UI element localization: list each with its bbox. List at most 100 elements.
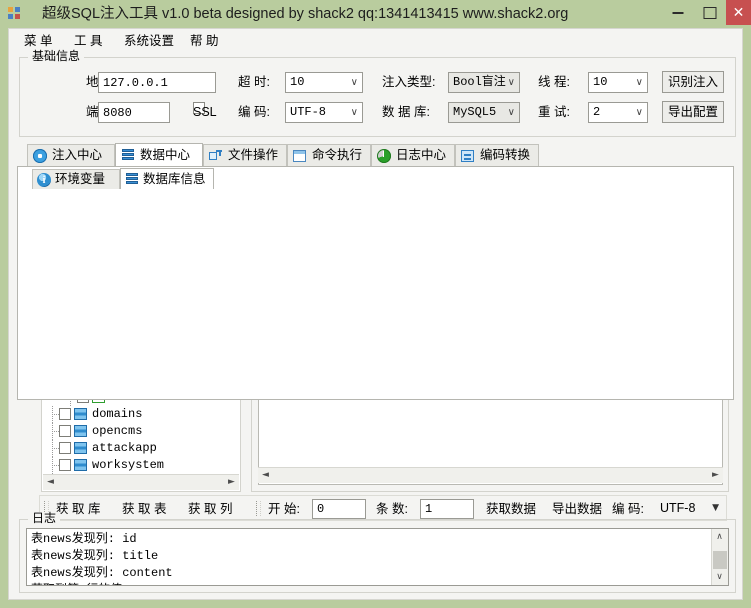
- chevron-down-icon: ∨: [635, 77, 643, 88]
- log-line: 表news发现列: title: [31, 549, 159, 563]
- timeout-label: 超 时:: [238, 75, 270, 89]
- tab-label: 注入中心: [52, 148, 103, 162]
- tab-log-center[interactable]: 日志中心: [371, 144, 455, 166]
- main-tab-strip: 注入中心 数据中心 文件操作 命令执行 日志中心 编码转换: [17, 143, 734, 166]
- close-button[interactable]: ✕: [726, 0, 751, 25]
- basic-info-legend: 基础信息: [28, 50, 85, 62]
- title-bar: 超级SQL注入工具 v1.0 beta designed by shack2 q…: [0, 0, 751, 28]
- encoding-label: 编 码:: [238, 105, 270, 119]
- count-input[interactable]: [420, 499, 474, 519]
- subtab-database-info[interactable]: 数据库信息: [120, 168, 214, 189]
- log-line: 获取到第0行的值!: [31, 582, 129, 585]
- get-tables-button[interactable]: 获 取 表: [118, 499, 170, 519]
- application-window: 超级SQL注入工具 v1.0 beta designed by shack2 q…: [0, 0, 751, 608]
- minimize-button[interactable]: [664, 0, 692, 25]
- data-center-panel: 环境变量 数据库信息: [17, 166, 734, 400]
- tree-node-checkbox[interactable]: [59, 459, 71, 471]
- inject-type-combo[interactable]: Bool盲注 ∨: [448, 72, 520, 93]
- export-data-button[interactable]: 导出数据: [548, 499, 606, 519]
- database-icon: [121, 148, 135, 162]
- menu-system-settings[interactable]: 系统设置: [121, 33, 177, 50]
- database-combo[interactable]: MySQL5 ∨: [448, 102, 520, 123]
- toolbar-encoding-label: 编 码:: [612, 502, 644, 516]
- tree-node-label: attackapp: [92, 441, 157, 455]
- data-toolbar: 获 取 库 获 取 表 获 取 列 开 始: 条 数: 获取数据 导出数据 编 …: [39, 495, 727, 521]
- tree-hscrollbar[interactable]: ◄ ►: [43, 474, 239, 490]
- tab-command-execution[interactable]: 命令执行: [287, 144, 371, 166]
- tree-node-checkbox[interactable]: [59, 425, 71, 437]
- client-area: 菜 单 工 具 系统设置 帮 助 基础信息 地 址: 端 口: SSL 超 时:…: [8, 28, 743, 600]
- start-input[interactable]: [312, 499, 366, 519]
- database-icon: [74, 425, 87, 437]
- chevron-down-icon: ▼: [712, 503, 719, 513]
- thread-combo[interactable]: 10 ∨: [588, 72, 648, 93]
- file-ops-icon: [209, 149, 223, 163]
- tab-label: 文件操作: [228, 148, 279, 162]
- thread-label: 线 程:: [538, 75, 570, 89]
- port-input[interactable]: [98, 102, 170, 123]
- tree-node-label: worksystem: [92, 458, 165, 472]
- window-title: 超级SQL注入工具 v1.0 beta designed by shack2 q…: [42, 6, 569, 22]
- chevron-down-icon: ∨: [635, 107, 643, 118]
- tab-encoding-conversion[interactable]: 编码转换: [455, 144, 539, 166]
- tab-file-operations[interactable]: 文件操作: [203, 144, 287, 166]
- export-config-button[interactable]: 导出配置: [662, 101, 724, 123]
- scroll-right-icon[interactable]: ►: [708, 468, 723, 482]
- close-icon: ✕: [732, 4, 745, 21]
- maximize-button[interactable]: [696, 0, 724, 25]
- menu-main[interactable]: 菜 单: [21, 33, 55, 50]
- menu-bar: 菜 单 工 具 系统设置 帮 助: [9, 29, 742, 53]
- database-icon: [74, 459, 87, 471]
- convert-icon: [461, 149, 475, 163]
- tree-node-label: opencms: [92, 424, 143, 438]
- log-vscrollbar[interactable]: ∧ ∨: [711, 529, 728, 585]
- grid-hscrollbar[interactable]: ◄ ►: [258, 467, 723, 483]
- database-icon: [74, 442, 87, 454]
- tab-label: 编码转换: [480, 148, 531, 162]
- scroll-down-icon[interactable]: ∨: [712, 569, 727, 585]
- tab-label: 日志中心: [396, 148, 447, 162]
- toolbar-grip[interactable]: [256, 501, 261, 516]
- retry-label: 重 试:: [538, 105, 570, 119]
- address-input[interactable]: [98, 72, 216, 93]
- log-line: 表news发现列: id: [31, 532, 137, 546]
- app-tiles-icon: [8, 7, 21, 20]
- subtab-environment-variables[interactable]: 环境变量: [32, 169, 120, 190]
- encoding-combo[interactable]: UTF-8 ∨: [285, 102, 363, 123]
- menu-tools[interactable]: 工 具: [71, 33, 105, 50]
- tree-node-checkbox[interactable]: [59, 408, 71, 420]
- tab-injection-center[interactable]: 注入中心: [27, 144, 115, 166]
- database-value: MySQL5: [453, 105, 497, 119]
- scroll-up-icon[interactable]: ∧: [712, 529, 727, 545]
- subtab-label: 环境变量: [55, 172, 106, 186]
- thread-value: 10: [593, 75, 608, 89]
- tab-data-center[interactable]: 数据中心: [115, 143, 203, 166]
- basic-info-group: 基础信息 地 址: 端 口: SSL 超 时: 10 ∨ 编 码: UTF-8 …: [19, 50, 736, 137]
- retry-combo[interactable]: 2 ∨: [588, 102, 648, 123]
- fetch-data-button[interactable]: 获取数据: [482, 499, 540, 519]
- sub-tab-strip: 环境变量 数据库信息: [24, 168, 729, 190]
- toolbar-encoding-combo[interactable]: UTF-8 ▼: [656, 499, 724, 519]
- scroll-left-icon[interactable]: ◄: [258, 468, 273, 482]
- log-line: 表news发现列: content: [31, 566, 173, 580]
- count-label: 条 数:: [376, 502, 408, 516]
- scroll-left-icon[interactable]: ◄: [43, 475, 58, 489]
- log-scroll-thumb[interactable]: [713, 551, 727, 569]
- tab-label: 命令执行: [312, 148, 363, 162]
- chevron-down-icon: ∨: [350, 107, 358, 118]
- identify-injection-button[interactable]: 识别注入: [662, 71, 724, 93]
- log-textarea[interactable]: ∧ ∨ 表news发现列: id 表news发现列: title 表news发现列:…: [26, 528, 729, 586]
- console-window-icon: [293, 149, 307, 163]
- tree-node-checkbox[interactable]: [59, 442, 71, 454]
- database-icon: [125, 172, 139, 186]
- subtab-label: 数据库信息: [143, 172, 206, 186]
- database-icon: [74, 408, 87, 420]
- timeout-combo[interactable]: 10 ∨: [285, 72, 363, 93]
- get-columns-button[interactable]: 获 取 列: [184, 499, 236, 519]
- timeout-value: 10: [290, 75, 305, 89]
- toolbar-encoding-value: UTF-8: [660, 501, 696, 515]
- tab-label: 数据中心: [140, 148, 191, 162]
- menu-help[interactable]: 帮 助: [187, 33, 221, 50]
- database-label: 数 据 库:: [382, 105, 430, 119]
- scroll-right-icon[interactable]: ►: [224, 475, 239, 489]
